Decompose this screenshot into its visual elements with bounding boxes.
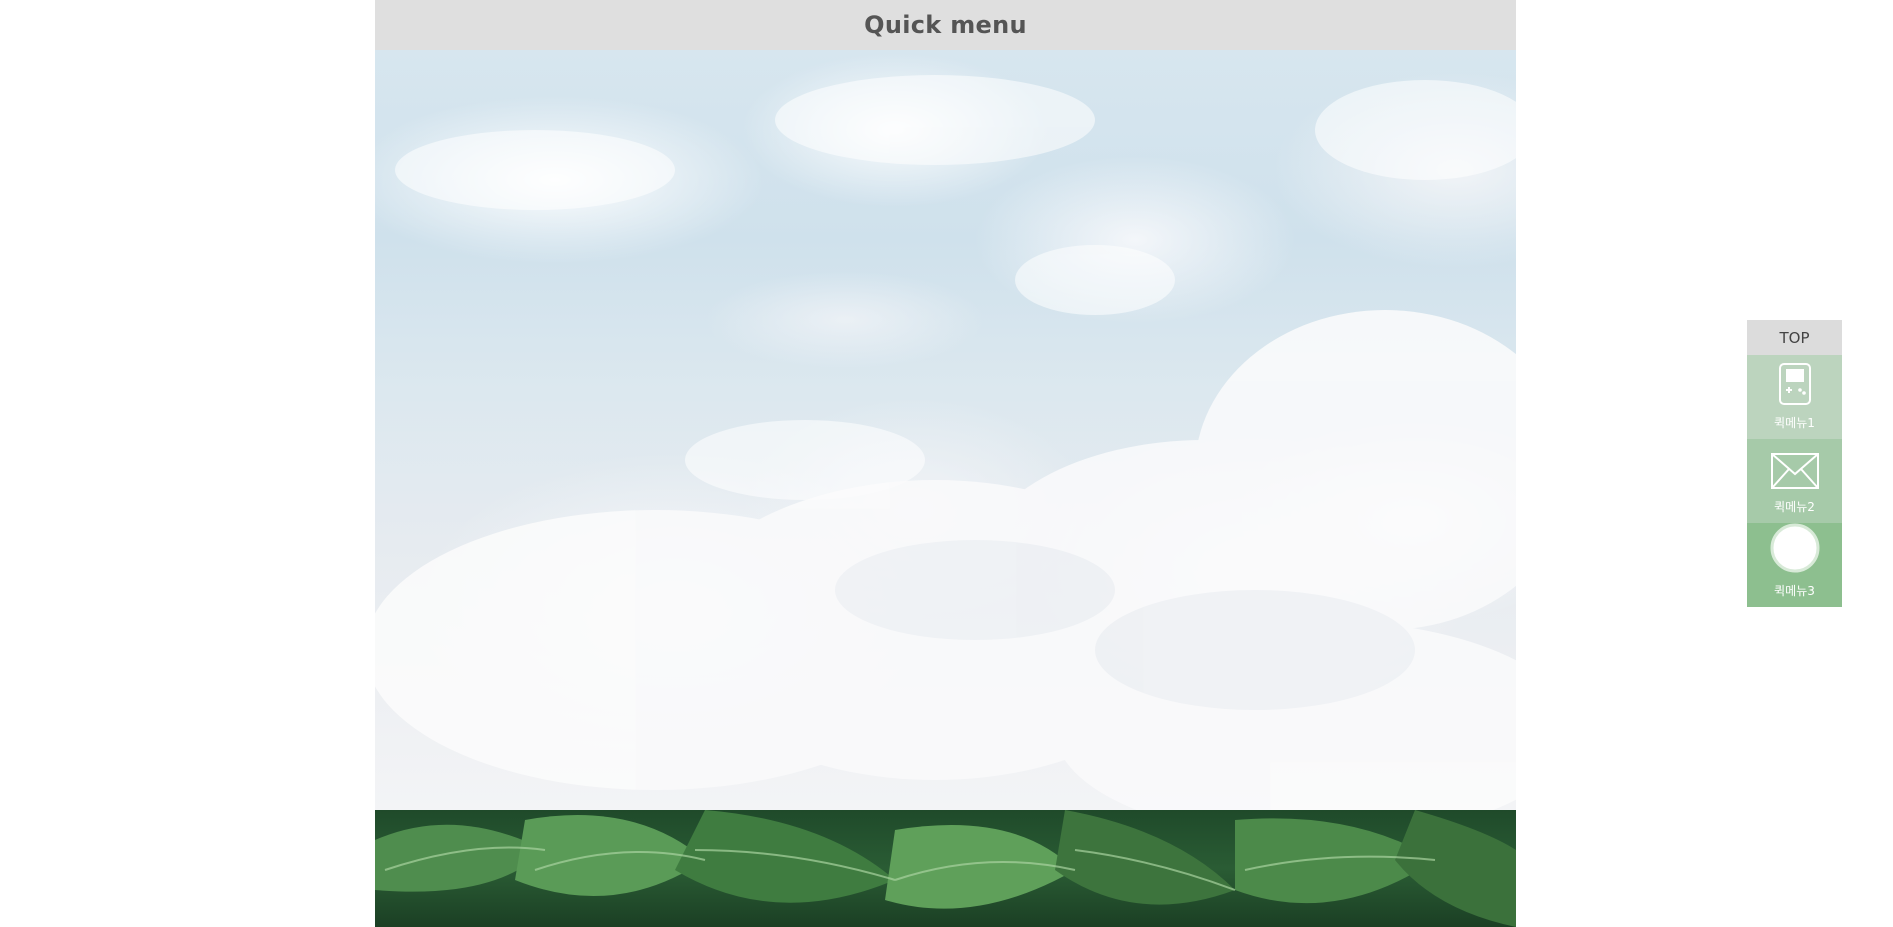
quick-menu-label-2: 퀵메뉴2 — [1774, 500, 1815, 514]
envelope-icon — [1770, 452, 1820, 494]
main-content-column: Quick menu — [375, 0, 1516, 927]
quick-menu-label-1: 퀵메뉴1 — [1774, 416, 1815, 430]
circle-icon — [1769, 522, 1821, 578]
green-leaves-image — [375, 810, 1516, 927]
quick-menu-label-3: 퀵메뉴3 — [1774, 584, 1815, 598]
quick-menu-item-1[interactable]: 퀵메뉴1 — [1747, 355, 1842, 439]
cloud-shapes — [375, 75, 1516, 810]
top-button[interactable]: TOP — [1747, 320, 1842, 355]
page-title: Quick menu — [864, 11, 1027, 39]
header-bar: Quick menu — [375, 0, 1516, 50]
sky-clouds-image — [375, 50, 1516, 810]
quick-menu-item-2[interactable]: 퀵메뉴2 — [1747, 439, 1842, 523]
leaf-shapes — [375, 810, 1516, 927]
quick-menu-item-3[interactable]: 퀵메뉴3 — [1747, 523, 1842, 607]
quick-menu: TOP 퀵메뉴1 퀵메뉴2 퀵메뉴3 — [1747, 320, 1842, 607]
gameboy-icon — [1778, 362, 1812, 410]
